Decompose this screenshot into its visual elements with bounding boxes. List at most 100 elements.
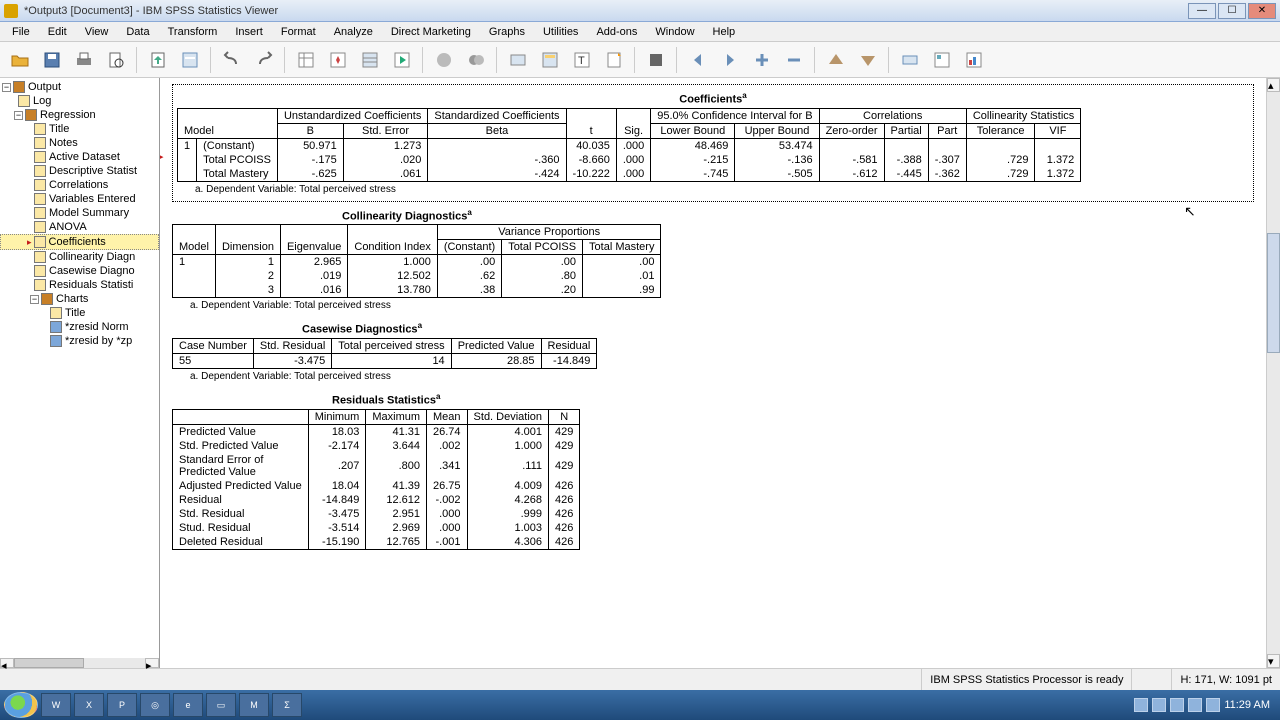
task-explorer[interactable]: ▭ [206, 693, 236, 717]
tray-icon[interactable] [1188, 698, 1202, 712]
export-button[interactable] [144, 46, 172, 74]
collinearity-title: Collinearity Diagnosticsa [342, 208, 1254, 223]
show-hide-button[interactable] [822, 46, 850, 74]
nav-forward-button[interactable] [716, 46, 744, 74]
outline-item-model-summary[interactable]: Model Summary [0, 206, 159, 220]
task-word[interactable]: W [41, 693, 71, 717]
outline-item-descriptive-stats[interactable]: Descriptive Statist [0, 164, 159, 178]
menu-edit[interactable]: Edit [40, 24, 75, 40]
designate-window-button[interactable] [462, 46, 490, 74]
menu-file[interactable]: File [4, 24, 38, 40]
table-row: Adjusted Predicted Value18.0441.3926.754… [173, 479, 580, 493]
collapse-button[interactable] [854, 46, 882, 74]
close-button[interactable]: ✕ [1248, 3, 1276, 19]
menu-data[interactable]: Data [118, 24, 157, 40]
task-app1[interactable]: ◎ [140, 693, 170, 717]
undo-button[interactable] [218, 46, 246, 74]
tray-icon[interactable] [1134, 698, 1148, 712]
outline-item-variables-entered[interactable]: Variables Entered [0, 192, 159, 206]
recall-dialog-button[interactable] [176, 46, 204, 74]
script-button[interactable] [928, 46, 956, 74]
outline-item-correlations[interactable]: Correlations [0, 178, 159, 192]
task-gmail[interactable]: M [239, 693, 269, 717]
outline-item-active-dataset[interactable]: Active Dataset [0, 150, 159, 164]
menu-window[interactable]: Window [647, 24, 702, 40]
promote-button[interactable] [748, 46, 776, 74]
tray-clock[interactable]: 11:29 AM [1224, 699, 1270, 711]
menu-graphs[interactable]: Graphs [481, 24, 533, 40]
outline-regression[interactable]: −Regression [0, 108, 159, 122]
outline-charts[interactable]: −Charts [0, 292, 159, 306]
outline-item-residuals[interactable]: Residuals Statisti [0, 278, 159, 292]
goto-data-button[interactable] [292, 46, 320, 74]
coefficients-table[interactable]: Model Unstandardized Coefficients Standa… [177, 108, 1081, 182]
open-button[interactable] [6, 46, 34, 74]
associate-button[interactable] [896, 46, 924, 74]
coefficients-block[interactable]: Coefficientsa Model Unstandardized Coeff… [172, 84, 1254, 202]
menu-transform[interactable]: Transform [160, 24, 226, 40]
demote-button[interactable] [780, 46, 808, 74]
new-text-button[interactable] [600, 46, 628, 74]
task-spss[interactable]: Σ [272, 693, 302, 717]
insert-title-button[interactable] [536, 46, 564, 74]
outline-item-title[interactable]: Title [0, 122, 159, 136]
content-pane[interactable]: ▸ Coefficientsa Model Unstandardized Coe… [160, 78, 1266, 668]
menu-help[interactable]: Help [705, 24, 744, 40]
menu-format[interactable]: Format [273, 24, 324, 40]
menu-analyze[interactable]: Analyze [326, 24, 381, 40]
menu-view[interactable]: View [77, 24, 117, 40]
main-area: −Output Log −Regression Title Notes Acti… [0, 78, 1280, 668]
create-graph-button[interactable] [960, 46, 988, 74]
table-row: Stud. Residual-3.5142.969.0001.003426 [173, 521, 580, 535]
task-ie[interactable]: e [173, 693, 203, 717]
system-tray[interactable]: 11:29 AM [1134, 698, 1276, 712]
casewise-table[interactable]: Case Number Std. Residual Total perceive… [172, 338, 597, 369]
content-selection-arrow-icon: ▸ [160, 150, 164, 163]
outline-item-notes[interactable]: Notes [0, 136, 159, 150]
outline-root[interactable]: −Output [0, 80, 159, 94]
menu-utilities[interactable]: Utilities [535, 24, 586, 40]
print-button[interactable] [70, 46, 98, 74]
run-button[interactable] [388, 46, 416, 74]
menu-directmarketing[interactable]: Direct Marketing [383, 24, 479, 40]
insert-heading-button[interactable] [504, 46, 532, 74]
maximize-button[interactable]: ☐ [1218, 3, 1246, 19]
residuals-table[interactable]: Minimum Maximum Mean Std. Deviation N Pr… [172, 409, 580, 550]
nav-back-button[interactable] [684, 46, 712, 74]
outline-chart-zresid-by-zp[interactable]: *zresid by *zp [0, 334, 159, 348]
outline-item-collinearity[interactable]: Collinearity Diagn [0, 250, 159, 264]
close-item-button[interactable] [642, 46, 670, 74]
goto-variable-button[interactable] [324, 46, 352, 74]
save-button[interactable] [38, 46, 66, 74]
outline-item-coefficients[interactable]: ▸Coefficients [0, 234, 159, 250]
collinearity-table[interactable]: Model Dimension Eigenvalue Condition Ind… [172, 224, 661, 298]
outline-chart-title[interactable]: Title [0, 306, 159, 320]
tray-icon[interactable] [1170, 698, 1184, 712]
menubar: File Edit View Data Transform Insert For… [0, 22, 1280, 42]
outline-pane[interactable]: −Output Log −Regression Title Notes Acti… [0, 78, 160, 658]
select-last-button[interactable] [430, 46, 458, 74]
table-row: Standard Error of Predicted Value.207.80… [173, 453, 580, 479]
menu-addons[interactable]: Add-ons [588, 24, 645, 40]
variables-button[interactable] [356, 46, 384, 74]
print-preview-button[interactable] [102, 46, 130, 74]
outline-hscrollbar[interactable]: ◂▸ [0, 658, 159, 668]
outline-item-casewise[interactable]: Casewise Diagno [0, 264, 159, 278]
coefficients-footnote: a. Dependent Variable: Total perceived s… [195, 184, 1249, 195]
tray-icon[interactable] [1206, 698, 1220, 712]
outline-log[interactable]: Log [0, 94, 159, 108]
table-row: 3.01613.780.38.20.99 [173, 283, 661, 298]
content-vscrollbar[interactable]: ▴▾ [1266, 78, 1280, 668]
outline-chart-zresid-norm[interactable]: *zresid Norm [0, 320, 159, 334]
redo-button[interactable] [250, 46, 278, 74]
tray-icon[interactable] [1152, 698, 1166, 712]
task-excel[interactable]: X [74, 693, 104, 717]
table-row: Std. Residual-3.4752.951.000.999426 [173, 507, 580, 521]
start-button[interactable] [4, 692, 38, 718]
minimize-button[interactable]: — [1188, 3, 1216, 19]
task-powerpoint[interactable]: P [107, 693, 137, 717]
titlebar: *Output3 [Document3] - IBM SPSS Statisti… [0, 0, 1280, 22]
insert-text-button[interactable]: T [568, 46, 596, 74]
menu-insert[interactable]: Insert [227, 24, 271, 40]
outline-item-anova[interactable]: ANOVA [0, 220, 159, 234]
